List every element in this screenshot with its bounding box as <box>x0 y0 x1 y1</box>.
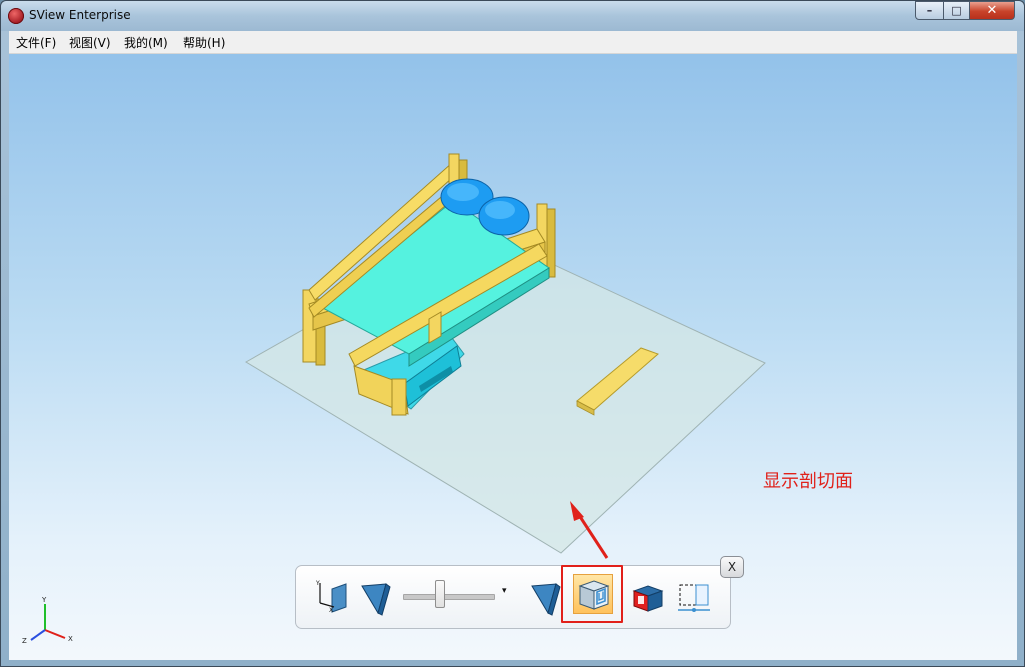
section-toolbar: Y X ▾ <box>295 565 731 629</box>
toolbar-close-button[interactable]: X <box>720 556 744 578</box>
menu-file[interactable]: 文件(F) <box>16 34 56 51</box>
close-icon: ✕ <box>986 3 998 18</box>
svg-text:Y: Y <box>315 580 320 587</box>
section-edge-button[interactable] <box>674 579 714 617</box>
section-cap-button[interactable] <box>628 579 668 617</box>
minimize-button[interactable]: – <box>915 1 944 20</box>
axis-triad: Y X Z <box>22 596 73 645</box>
highlight-frame <box>561 565 623 623</box>
axis-x-label: X <box>68 635 73 643</box>
svg-text:X: X <box>329 607 333 614</box>
maximize-button[interactable]: □ <box>943 1 970 20</box>
menu-bar: 文件(F) 视图(V) 我的(M) 帮助(H) <box>9 31 1017 54</box>
section-edge-icon <box>678 584 710 612</box>
annotation-label: 显示剖切面 <box>763 471 853 492</box>
menu-help[interactable]: 帮助(H) <box>183 34 225 51</box>
dropdown-arrow-icon[interactable]: ▾ <box>502 586 512 596</box>
app-logo-icon <box>8 8 24 24</box>
title-bar[interactable]: SView Enterprise – □ ✕ <box>1 1 1024 31</box>
axis-z-label: Z <box>22 637 27 645</box>
minimize-icon: – <box>926 4 933 17</box>
menu-view[interactable]: 视图(V) <box>69 34 111 51</box>
app-window: SView Enterprise – □ ✕ 文件(F) 视图(V) 我的(M)… <box>0 0 1025 667</box>
plane-xy-icon: Y X <box>315 580 347 614</box>
section-slider-track[interactable] <box>403 594 495 600</box>
section-slider-thumb[interactable] <box>435 580 445 608</box>
close-window-button[interactable]: ✕ <box>969 1 1015 20</box>
maximize-icon: □ <box>951 4 962 17</box>
section-plane-button[interactable] <box>356 579 396 617</box>
axis-y-label: Y <box>41 596 47 604</box>
section-plane-icon <box>361 583 391 616</box>
3d-viewport[interactable]: 显示剖切面 Y X Z Y X ▾ X <box>9 54 1017 660</box>
section-cap-icon <box>632 585 664 612</box>
window-title: SView Enterprise <box>29 8 131 22</box>
menu-mine[interactable]: 我的(M) <box>124 34 168 51</box>
plane-xy-button[interactable]: Y X <box>312 579 352 617</box>
